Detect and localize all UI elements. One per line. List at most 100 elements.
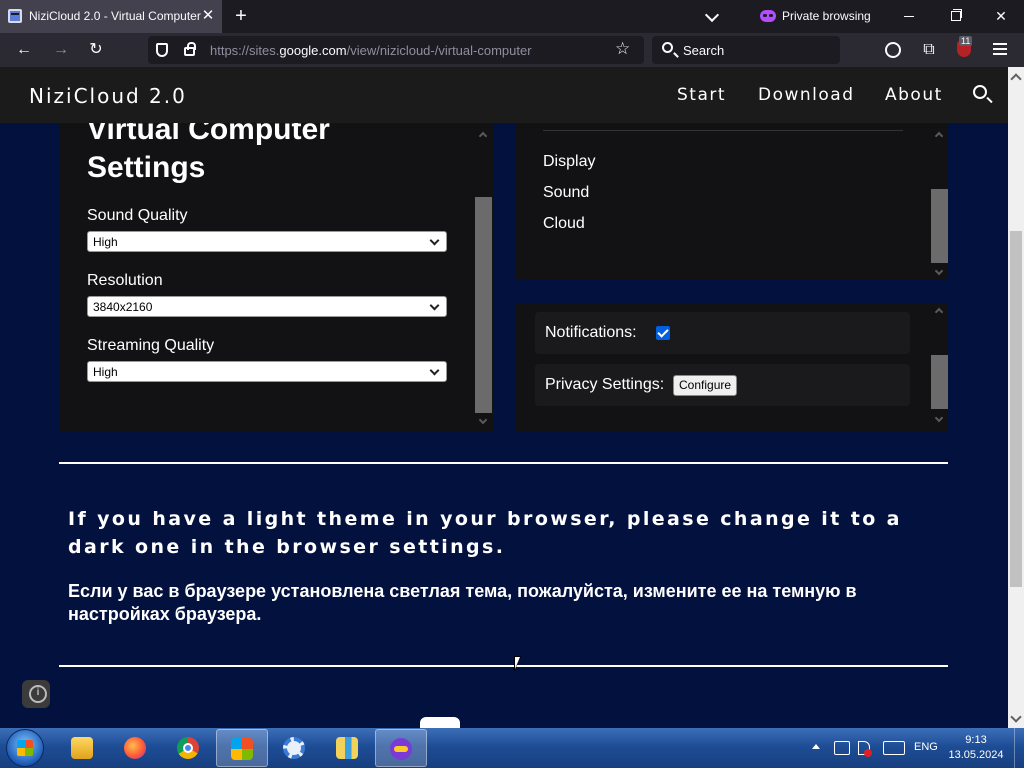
- page-scrollbar[interactable]: [1008, 67, 1024, 728]
- chrome-icon: [177, 737, 199, 759]
- scroll-down-arrow-icon[interactable]: [1010, 711, 1022, 723]
- privacy-settings-label: Privacy Settings:: [545, 376, 665, 393]
- scrollbar-thumb[interactable]: [475, 197, 492, 413]
- tab-strip: NiziCloud 2.0 - Virtual Computer ✕ + Pri…: [0, 0, 1024, 33]
- mouse-cursor-icon: [514, 656, 521, 672]
- scroll-up-arrow-icon[interactable]: [934, 131, 944, 141]
- search-input[interactable]: Search: [652, 36, 840, 64]
- taskbar-windows-explorer[interactable]: [216, 729, 268, 767]
- site-header: NiziCloud 2.0 Start Download About: [0, 67, 1008, 123]
- system-clock[interactable]: 9:13 13.05.2024: [946, 733, 1006, 763]
- nav-link-start[interactable]: Start: [677, 85, 726, 105]
- new-tab-icon[interactable]: +: [231, 5, 251, 27]
- scroll-up-arrow-icon[interactable]: [1010, 73, 1022, 85]
- menu-item-sound[interactable]: Sound: [543, 184, 589, 202]
- settings-menu-panel: Display Sound Cloud: [516, 123, 948, 280]
- private-mask-icon: [760, 10, 776, 22]
- nav-toolbar: ← → ↻ https://sites.google.com/view/nizi…: [0, 33, 1024, 67]
- page-scrollbar-thumb[interactable]: [1010, 231, 1022, 587]
- scroll-down-arrow-icon[interactable]: [934, 413, 944, 423]
- close-tab-icon[interactable]: ✕: [200, 6, 216, 26]
- private-browsing-label: Private browsing: [782, 9, 871, 23]
- notifications-row: Notifications:: [535, 312, 910, 354]
- sound-quality-select[interactable]: High: [87, 231, 447, 252]
- account-icon[interactable]: [885, 42, 901, 58]
- url-prefix: https://sites.: [210, 43, 280, 58]
- taskbar-file-explorer[interactable]: [57, 729, 109, 767]
- ublock-count-badge: 11: [959, 36, 973, 46]
- taskbar-archive[interactable]: [322, 729, 374, 767]
- input-language[interactable]: ENG: [914, 741, 938, 753]
- clock-date: 13.05.2024: [948, 749, 1004, 761]
- scrollbar-thumb[interactable]: [931, 355, 948, 409]
- firefox-icon: [124, 737, 146, 759]
- network-icon[interactable]: [834, 741, 850, 755]
- google-sites-info-icon[interactable]: [22, 680, 50, 708]
- tracking-protection-shield-icon[interactable]: [156, 43, 168, 57]
- configure-button[interactable]: Configure: [673, 375, 738, 396]
- virtual-computer-settings-panel: Virtual Computer Settings Sound Quality …: [59, 123, 493, 431]
- bookmark-star-icon[interactable]: ☆: [615, 39, 630, 59]
- resolution-select[interactable]: 3840x2160: [87, 296, 447, 317]
- close-window-button[interactable]: ✕: [978, 0, 1024, 33]
- scroll-down-arrow-icon[interactable]: [934, 266, 944, 276]
- private-browsing-icon: [390, 738, 412, 760]
- clock-time: 9:13: [965, 734, 987, 746]
- menu-divider: [543, 130, 903, 131]
- privacy-settings-row: Privacy Settings: Configure: [535, 364, 910, 406]
- restore-window-button[interactable]: [932, 0, 978, 33]
- reload-icon[interactable]: ↻: [85, 39, 107, 61]
- muted-x-icon: [864, 749, 872, 757]
- show-hidden-icons-arrow-icon[interactable]: [812, 744, 820, 749]
- taskbar-chrome[interactable]: [163, 729, 215, 767]
- back-arrow-icon[interactable]: ←: [13, 39, 35, 61]
- notifications-label: Notifications:: [545, 324, 637, 341]
- address-bar[interactable]: https://sites.google.com/view/nizicloud-…: [148, 36, 644, 64]
- menu-item-cloud[interactable]: Cloud: [543, 215, 585, 233]
- show-desktop-button[interactable]: [1014, 728, 1024, 768]
- keyboard-icon[interactable]: [883, 741, 905, 755]
- search-icon: [662, 42, 673, 53]
- windows-taskbar: ENG 9:13 13.05.2024: [0, 728, 1024, 768]
- browser-tab[interactable]: NiziCloud 2.0 - Virtual Computer ✕: [0, 0, 222, 33]
- list-all-tabs-chevron-icon[interactable]: [702, 7, 722, 27]
- search-placeholder: Search: [683, 43, 725, 58]
- start-button-windows-icon[interactable]: [6, 729, 44, 767]
- section-divider: [59, 462, 948, 464]
- url-text[interactable]: https://sites.google.com/view/nizicloud-…: [210, 43, 532, 58]
- nav-link-download[interactable]: Download: [758, 85, 855, 105]
- streaming-quality-label: Streaming Quality: [87, 337, 215, 354]
- forward-arrow-icon[interactable]: →: [50, 39, 72, 61]
- hamburger-menu-icon[interactable]: [993, 43, 1007, 55]
- padlock-icon[interactable]: [184, 42, 196, 56]
- site-search-icon[interactable]: [973, 85, 987, 99]
- archive-icon: [336, 737, 358, 759]
- theme-notice-russian: Если у вас в браузере установлена светла…: [68, 581, 857, 624]
- theme-notice-english: If you have a light theme in your browse…: [68, 508, 902, 558]
- notifications-checkbox[interactable]: [656, 326, 670, 340]
- taskbar-firefox[interactable]: [110, 729, 162, 767]
- scroll-down-arrow-icon[interactable]: [478, 415, 488, 425]
- menu-panel-scrollbar[interactable]: [931, 123, 948, 280]
- taskbar-firefox-private[interactable]: [375, 729, 427, 767]
- taskbar-settings[interactable]: [269, 729, 321, 767]
- options-panel-scrollbar[interactable]: [931, 303, 948, 431]
- url-host: google.com: [279, 43, 347, 58]
- streaming-quality-select[interactable]: High: [87, 361, 447, 382]
- page-viewport: NiziCloud 2.0 Start Download About Virtu…: [0, 67, 1008, 728]
- minimize-window-button[interactable]: [886, 0, 932, 33]
- sound-quality-label: Sound Quality: [87, 207, 188, 224]
- scroll-up-arrow-icon[interactable]: [934, 307, 944, 317]
- next-section-heading-peek: [420, 717, 460, 728]
- scrollbar-thumb[interactable]: [931, 189, 948, 263]
- gear-icon: [283, 737, 305, 759]
- menu-item-display[interactable]: Display: [543, 153, 595, 171]
- settings-panel-scrollbar[interactable]: [475, 123, 492, 431]
- private-browsing-indicator: Private browsing: [760, 6, 871, 26]
- windows-logo-icon: [231, 738, 253, 760]
- nav-link-about[interactable]: About: [885, 85, 943, 105]
- options-panel: Notifications: Privacy Settings: Configu…: [516, 303, 948, 431]
- site-brand[interactable]: NiziCloud 2.0: [29, 84, 187, 108]
- extensions-puzzle-icon[interactable]: ⧉: [918, 39, 940, 61]
- scroll-up-arrow-icon[interactable]: [478, 131, 488, 141]
